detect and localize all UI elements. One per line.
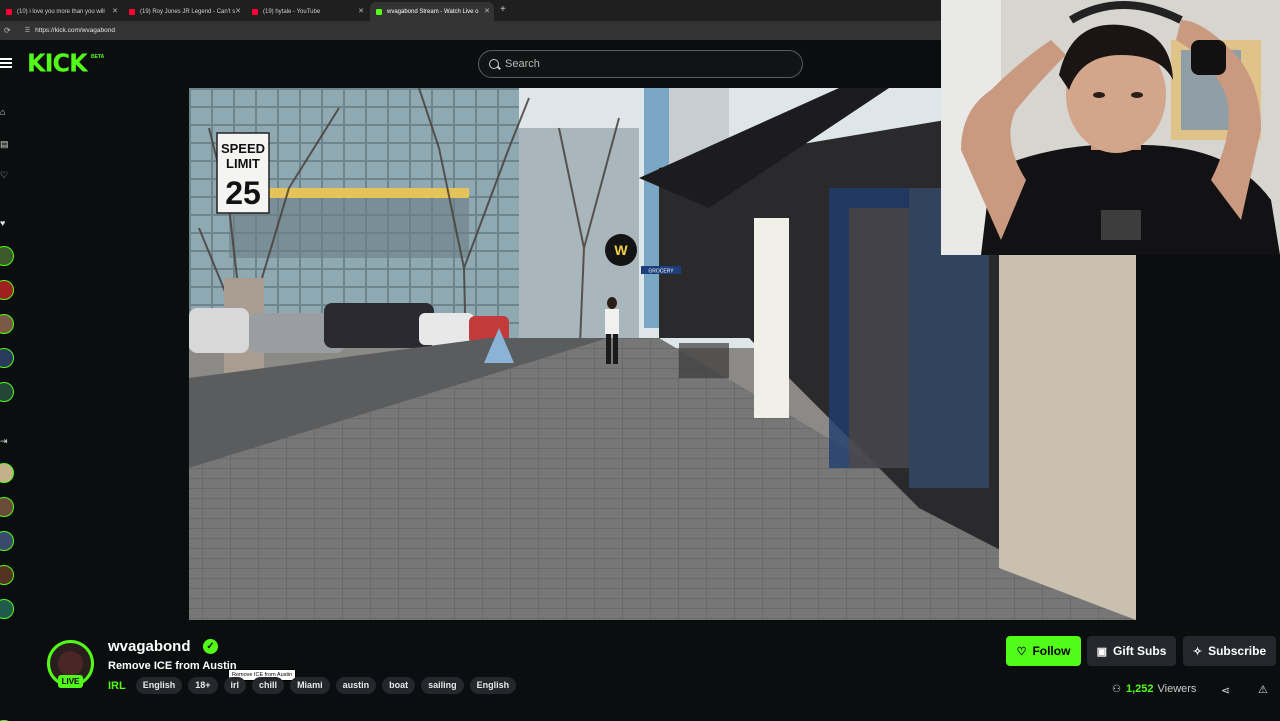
tab-title: (19) Roy Jones JR Legend - Can't s <box>140 8 236 15</box>
new-tab-button[interactable]: + <box>500 4 506 15</box>
sidebar-channel-avatar[interactable] <box>0 314 14 334</box>
gift-icon: ▣ <box>1096 645 1108 658</box>
sidebar-channel-avatar[interactable] <box>0 246 14 266</box>
webcam-frame <box>941 0 1280 255</box>
tag[interactable]: sailing <box>421 677 464 694</box>
menu-icon[interactable] <box>0 58 12 68</box>
verified-icon: ✓ <box>203 639 218 654</box>
reload-icon[interactable]: ⟳ <box>4 26 11 35</box>
tab-title: (19) hytale - YouTube <box>263 8 321 15</box>
heart-icon: ♥ <box>0 218 6 228</box>
tag[interactable]: boat <box>382 677 416 694</box>
tag[interactable]: chill <box>252 677 285 694</box>
speed-sign-value: 25 <box>225 175 261 211</box>
speed-sign-line2: LIMIT <box>226 156 260 171</box>
sidebar-channel-avatar[interactable] <box>0 531 14 551</box>
viewers-icon: ⚇ <box>1112 683 1121 695</box>
category-link[interactable]: IRL <box>108 680 126 692</box>
heart-icon: ♡ <box>1016 645 1027 658</box>
tag[interactable]: Miami <box>290 677 330 694</box>
channel-name[interactable]: wvagabond <box>108 638 191 655</box>
sidebar-channel-avatar[interactable] <box>0 599 14 619</box>
home-icon[interactable]: ⌂ <box>0 107 10 117</box>
webcam-overlay <box>941 0 1280 255</box>
sidebar-channel-avatar[interactable] <box>0 382 14 402</box>
browse-icon[interactable]: ▤ <box>0 139 10 149</box>
kick-logo[interactable]: KICK <box>27 48 88 77</box>
tab-title: (10) i love you more than you will <box>17 8 105 15</box>
share-icon[interactable]: ⋖ <box>1221 684 1230 697</box>
speed-sign-line1: SPEED <box>221 141 265 156</box>
browser-tab-active[interactable]: wvagabond Stream - Watch Live o ✕ <box>370 2 494 21</box>
stream-info-bar: LIVE wvagabond ✓ Remove ICE from Austin … <box>0 620 1280 720</box>
browser-tab[interactable]: (10) i love you more than you will ✕ <box>0 2 122 21</box>
youtube-icon <box>6 8 12 15</box>
url-field[interactable]: https://kick.com/wvagabond <box>35 27 115 34</box>
search-input[interactable] <box>505 58 785 70</box>
gift-subs-label: Gift Subs <box>1113 644 1167 658</box>
browser-tab[interactable]: (19) hytale - YouTube ✕ <box>246 2 368 21</box>
tab-title: wvagabond Stream - Watch Live o <box>387 8 479 15</box>
subscribe-button[interactable]: ✧ Subscribe <box>1183 636 1276 666</box>
sidebar-channel-avatar[interactable] <box>0 463 14 483</box>
close-icon[interactable]: ✕ <box>112 7 118 15</box>
site-info-icon[interactable]: ☰ <box>25 27 30 34</box>
tag[interactable]: austin <box>335 677 377 694</box>
store-logo-letter: W <box>614 242 628 258</box>
viewer-count: ⚇ 1,252 Viewers <box>1112 683 1196 695</box>
sidebar-channel-avatar[interactable] <box>0 348 14 368</box>
youtube-icon <box>252 8 258 15</box>
kick-icon <box>376 8 382 15</box>
tag[interactable]: irl <box>223 677 247 694</box>
close-icon[interactable]: ✕ <box>235 7 241 15</box>
follow-button[interactable]: ♡ Follow <box>1006 636 1081 666</box>
search-icon <box>489 59 499 69</box>
subscribe-label: Subscribe <box>1208 644 1267 658</box>
browser-tab[interactable]: (19) Roy Jones JR Legend - Can't s ✕ <box>123 2 245 21</box>
sidebar-channel-avatar[interactable] <box>0 497 14 517</box>
gift-subs-button[interactable]: ▣ Gift Subs <box>1087 636 1176 666</box>
stream-title: Remove ICE from Austin <box>108 660 237 672</box>
live-badge: LIVE <box>58 675 83 688</box>
viewer-count-label: Viewers <box>1157 683 1197 695</box>
tag[interactable]: English <box>135 677 183 694</box>
report-icon[interactable]: ⚠ <box>1258 683 1268 696</box>
tag[interactable]: 18+ <box>188 677 218 694</box>
store-sign: GROCERY <box>648 269 674 275</box>
sidebar-channel-avatar[interactable] <box>0 565 14 585</box>
collapse-icon[interactable]: ⇥ <box>0 436 10 446</box>
close-icon[interactable]: ✕ <box>484 7 490 15</box>
sidebar-channel-avatar[interactable] <box>0 280 14 300</box>
search-bar[interactable] <box>478 50 803 78</box>
tag-list: IRL English 18+ irl chill Miami austin b… <box>108 677 522 694</box>
beta-badge: BETA <box>91 54 105 60</box>
tag[interactable]: English <box>469 677 517 694</box>
viewer-count-value: 1,252 <box>1125 683 1154 695</box>
follow-label: Follow <box>1032 644 1071 658</box>
close-icon[interactable]: ✕ <box>358 7 364 15</box>
sparkle-icon: ✧ <box>1192 645 1203 658</box>
following-icon[interactable]: ♡ <box>0 170 10 180</box>
channel-avatar-image <box>58 651 83 676</box>
youtube-icon <box>129 8 135 15</box>
